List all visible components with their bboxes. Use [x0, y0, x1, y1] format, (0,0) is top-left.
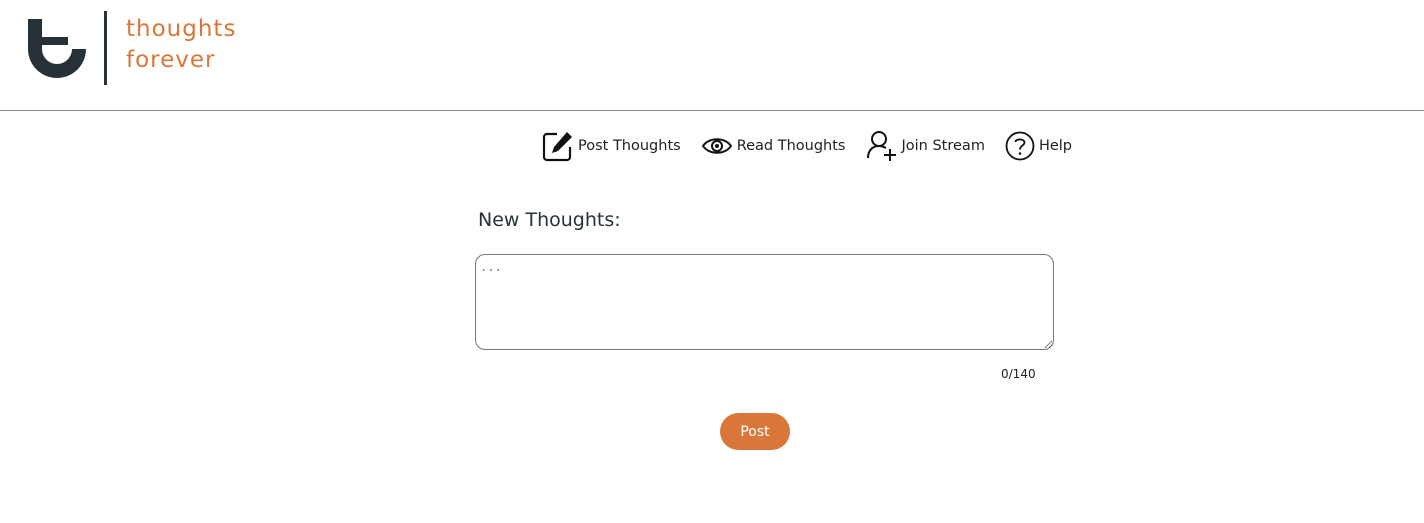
logo-divider [104, 11, 107, 85]
new-thoughts-title: New Thoughts: [478, 209, 621, 231]
user-plus-icon [866, 130, 898, 162]
brand-line-2: forever [126, 47, 216, 73]
brand-name: thoughts forever [126, 14, 236, 76]
post-button[interactable]: Post [720, 413, 790, 450]
pencil-square-icon [542, 130, 574, 162]
site-header: thoughts forever [0, 0, 1424, 111]
nav-help[interactable]: Help [1005, 131, 1072, 161]
nav-post-thoughts[interactable]: Post Thoughts [542, 130, 681, 162]
main-nav: Post Thoughts Read Thoughts Join Stream [542, 128, 1072, 164]
logo-icon[interactable] [28, 19, 86, 79]
thought-input[interactable] [475, 254, 1054, 350]
eye-icon [701, 134, 733, 158]
nav-join-stream[interactable]: Join Stream [866, 130, 985, 162]
nav-read-thoughts[interactable]: Read Thoughts [701, 134, 846, 158]
character-counter: 0/140 [1001, 367, 1036, 381]
brand-line-1: thoughts [126, 16, 237, 42]
nav-join-stream-label: Join Stream [901, 138, 985, 154]
nav-post-thoughts-label: Post Thoughts [578, 138, 681, 154]
nav-help-label: Help [1038, 138, 1073, 154]
question-circle-icon [1005, 131, 1035, 161]
nav-read-thoughts-label: Read Thoughts [736, 138, 846, 154]
